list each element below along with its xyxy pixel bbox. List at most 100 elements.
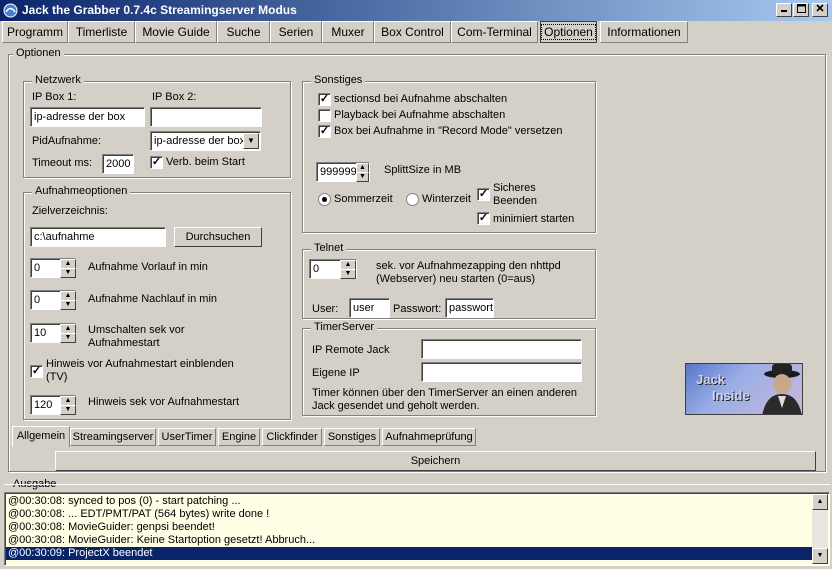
winterzeit-label: Winterzeit [422,193,471,205]
tab-programm[interactable]: Programm [2,21,68,43]
pass-input[interactable]: passwort [445,298,494,318]
tab-timerliste[interactable]: Timerliste [68,21,135,43]
minimiert-checkbox[interactable]: ✓ [477,212,490,225]
pid-label: PidAufnahme: [32,135,102,147]
spin-up-icon: ▲ [64,325,72,332]
user-input[interactable]: user [349,298,390,318]
tab-com-terminal[interactable]: Com-Terminal [451,21,538,43]
user-label: User: [312,303,339,315]
check-icon: ✓ [31,365,42,377]
close-button[interactable] [812,3,828,17]
split-label: SplittSize in MB [384,164,462,176]
log-scrollbar[interactable]: ▲ ▼ [812,494,828,564]
timerserver-desc-2: Jack gesendet und geholt werden. [312,400,480,412]
remote-label: IP Remote Jack [312,344,390,356]
nachlauf-down-button[interactable]: ▼ [60,300,76,310]
logo-line2: Inside [712,388,750,403]
tab-clickfinder[interactable]: Clickfinder [262,428,322,446]
ziel-input[interactable]: c:\aufnahme [30,227,166,247]
winterzeit-radio[interactable] [406,193,419,206]
log-line: @00:30:08: MovieGuider: Keine Startoptio… [8,534,316,546]
vorlauf-down-button[interactable]: ▼ [60,268,76,278]
timeout-input[interactable]: 2000 [102,154,134,174]
spin-down-icon: ▼ [359,173,366,180]
close-icon [816,4,824,12]
window-title: Jack the Grabber 0.7.4c Streamingserver … [22,3,297,17]
eigene-input[interactable] [421,362,582,382]
sommerzeit-label: Sommerzeit [334,193,393,205]
tab-allgemein[interactable]: Allgemein [12,426,70,447]
spin-down-icon: ▼ [64,269,72,276]
playback-checkbox[interactable] [318,109,331,122]
save-button[interactable]: Speichern [55,451,816,471]
tab-streamingserver[interactable]: Streamingserver [70,428,156,446]
umschalten-label-1: Umschalten sek vor [88,324,185,336]
jack-inside-logo: Jack Inside [685,363,803,415]
spin-up-icon: ▲ [64,292,72,299]
sicheres-checkbox[interactable]: ✓ [477,188,490,201]
nachlauf-label: Aufnahme Nachlauf in min [88,293,218,305]
sicheres-label-1: Sicheres [493,182,536,194]
umschalten-down-button[interactable]: ▼ [60,333,76,343]
spin-down-icon: ▼ [344,270,352,277]
hinweis-checkbox[interactable]: ✓ [30,365,43,378]
minimize-button[interactable] [776,3,792,17]
telnet-down-button[interactable]: ▼ [340,269,356,279]
tab-engine[interactable]: Engine [218,428,260,446]
hinweis-sek-label: Hinweis sek vor Aufnahmestart [88,396,240,408]
split-down-button[interactable]: ▼ [356,172,369,182]
chevron-down-icon: ▼ [247,136,255,145]
ip-box1-input[interactable]: ip-adresse der box [30,107,145,127]
browse-button[interactable]: Durchsuchen [174,227,262,247]
vorlauf-label: Aufnahme Vorlauf in min [88,261,208,273]
ip-box2-label: IP Box 2: [152,91,197,103]
maximize-button[interactable] [793,3,809,17]
telnet-desc-2: (Webserver) neu starten (0=aus) [376,273,536,285]
tab-box-control[interactable]: Box Control [374,21,451,43]
scroll-up-button[interactable]: ▲ [812,494,828,510]
spin-up-icon: ▲ [359,164,366,171]
tab-movie-guide[interactable]: Movie Guide [135,21,217,43]
scroll-up-icon: ▲ [816,498,824,505]
pid-dropdown-button[interactable]: ▼ [243,133,259,149]
minimize-icon [781,10,787,12]
log-line-selected[interactable]: @00:30:09: ProjectX beendet [6,547,812,560]
spin-up-icon: ▲ [64,397,72,404]
tab-informationen[interactable]: Informationen [600,21,688,43]
ip-box1-label: IP Box 1: [32,91,77,103]
timerserver-title: TimerServer [311,321,378,333]
ausgabe-divider [4,484,830,485]
tab-serien[interactable]: Serien [270,21,322,43]
tab-aufnahmepruefung[interactable]: Aufnahmeprüfung [382,428,476,446]
log-line: @00:30:08: synced to pos (0) - start pat… [8,495,241,507]
tab-usertimer[interactable]: UserTimer [158,428,216,446]
umschalten-label-2: Aufnahmestart [88,337,160,349]
timeout-label: Timeout ms: [32,157,93,169]
timerserver-desc-1: Timer können über den TimerServer an ein… [312,387,577,399]
tab-suche[interactable]: Suche [217,21,270,43]
minimiert-label: minimiert starten [493,213,575,225]
sectionsd-checkbox[interactable]: ✓ [318,93,331,106]
tab-sonstiges[interactable]: Sonstiges [324,428,380,446]
verb-checkbox[interactable]: ✓ [150,156,163,169]
spin-up-icon: ▲ [344,261,352,268]
remote-input[interactable] [421,339,582,359]
detective-figure-icon [762,364,802,414]
title-bar[interactable]: Jack the Grabber 0.7.4c Streamingserver … [0,0,832,21]
tab-muxer[interactable]: Muxer [322,21,374,43]
aufnahme-title: Aufnahmeoptionen [32,185,131,197]
check-icon: ✓ [319,93,330,105]
check-icon: ✓ [478,188,489,200]
ausgabe-log[interactable]: @00:30:08: synced to pos (0) - start pat… [4,492,830,566]
record-mode-checkbox[interactable]: ✓ [318,125,331,138]
pid-select-value: ip-adresse der box [154,135,246,147]
tab-optionen[interactable]: Optionen [540,21,597,43]
playback-label: Playback bei Aufnahme abschalten [334,109,506,121]
scroll-down-button[interactable]: ▼ [812,548,828,564]
sommerzeit-radio[interactable] [318,193,331,206]
spin-down-icon: ▼ [64,334,72,341]
hinweis-sek-down-button[interactable]: ▼ [60,405,76,415]
sectionsd-label: sectionsd bei Aufnahme abschalten [334,93,508,105]
spin-down-icon: ▼ [64,301,72,308]
ip-box2-input[interactable] [150,107,262,127]
